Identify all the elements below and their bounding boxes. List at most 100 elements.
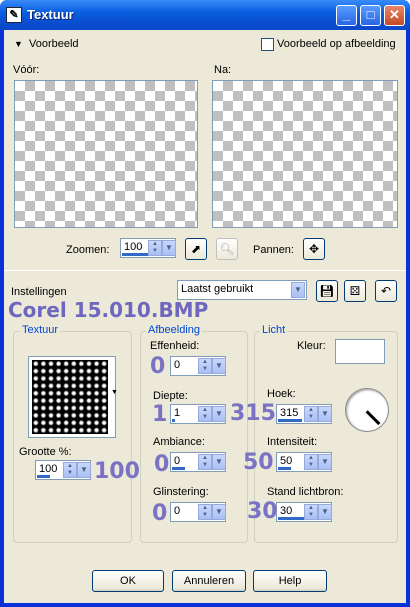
preview-toggle[interactable]: ▼ Voorbeeld xyxy=(14,38,79,50)
zoom-tool-button[interactable]: 🔍︎ xyxy=(216,238,238,260)
ambiance-level-bar xyxy=(172,467,185,470)
overlay-grootte: 100 xyxy=(94,459,140,484)
settings-label: Instellingen xyxy=(11,286,67,298)
preset-dropdown-icon[interactable]: ▼ xyxy=(291,282,305,298)
close-button[interactable]: ✕ xyxy=(384,5,405,26)
ambiance-label: Ambiance: xyxy=(153,436,205,448)
preset-select[interactable]: Laatst gebruikt ▼ xyxy=(177,280,307,300)
preview-toggle-label: Voorbeeld xyxy=(28,38,79,50)
after-preview[interactable] xyxy=(212,80,398,228)
angle-dial-needle xyxy=(365,410,381,426)
ambiance-value: 0 xyxy=(174,455,181,467)
effenheid-value: 0 xyxy=(174,359,181,371)
stand-value: 30 xyxy=(280,505,293,517)
zoom-label: Zoomen: xyxy=(66,244,110,256)
window-title: Textuur xyxy=(27,7,74,22)
size-dropdown-icon[interactable]: ▼ xyxy=(77,462,91,478)
stand-spinner[interactable]: ▲ ▼ xyxy=(304,504,318,520)
cancel-button[interactable]: Annuleren xyxy=(172,570,246,592)
zoom-dropdown-icon[interactable]: ▼ xyxy=(162,240,176,256)
diepte-value: 1 xyxy=(174,407,181,419)
diepte-spinner[interactable]: ▲ ▼ xyxy=(198,406,212,422)
glinstering-label: Glinstering: xyxy=(153,486,209,498)
angle-dial[interactable] xyxy=(345,388,389,432)
ok-button[interactable]: OK xyxy=(92,570,164,592)
preset-value: Laatst gebruikt xyxy=(181,283,254,295)
stand-input[interactable]: 30 ▲ ▼ ▼ xyxy=(276,502,332,522)
size-value: 100 xyxy=(39,463,58,475)
glinstering-spinner[interactable]: ▲ ▼ xyxy=(198,504,212,520)
effenheid-dropdown-icon[interactable]: ▼ xyxy=(212,358,226,374)
stand-level-bar xyxy=(278,517,306,520)
diepte-dropdown-icon[interactable]: ▼ xyxy=(212,406,226,422)
pan-button[interactable]: ✥ xyxy=(303,238,325,260)
size-level-bar xyxy=(37,475,50,478)
hoek-dropdown-icon[interactable]: ▼ xyxy=(318,406,332,422)
title-bar: ✎ Textuur _ □ ✕ xyxy=(0,0,410,30)
zoom-input[interactable]: 100 ▲ ▼ ▼ xyxy=(120,238,176,258)
zoom-fit-button[interactable]: ⬈ xyxy=(185,238,207,260)
overlay-ambiance: 0 xyxy=(154,452,170,477)
effenheid-input[interactable]: 0 ▲ ▼ ▼ xyxy=(170,356,226,376)
pan-label: Pannen: xyxy=(253,244,294,256)
intensiteit-level-bar xyxy=(278,467,291,470)
overlay-glinstering: 0 xyxy=(152,501,168,526)
hoek-input[interactable]: 315 ▲ ▼ ▼ xyxy=(276,404,332,424)
expand-icon: ⬈ xyxy=(190,242,202,256)
minimize-button[interactable]: _ xyxy=(336,5,357,26)
overlay-intensiteit: 50 xyxy=(243,450,274,475)
size-spinner[interactable]: ▲ ▼ xyxy=(63,462,77,478)
before-label: Vóór: xyxy=(13,64,40,76)
ambiance-input[interactable]: 0 ▲ ▼ ▼ xyxy=(170,452,226,472)
diepte-level-bar xyxy=(172,419,175,422)
texture-preview xyxy=(32,360,108,434)
overlay-diepte: 1 xyxy=(152,402,168,427)
glinstering-dropdown-icon[interactable]: ▼ xyxy=(212,504,226,520)
effenheid-spinner[interactable]: ▲ ▼ xyxy=(198,358,212,374)
app-icon: ✎ xyxy=(6,7,22,23)
move-icon: ✥ xyxy=(308,242,320,256)
light-group-label: Licht xyxy=(260,324,288,336)
ambiance-spinner[interactable]: ▲ ▼ xyxy=(198,454,212,470)
effenheid-label: Effenheid: xyxy=(150,340,200,352)
maximize-button[interactable]: □ xyxy=(360,5,381,26)
color-label: Kleur: xyxy=(297,340,326,352)
hoek-value: 315 xyxy=(280,407,299,419)
floppy-disk-icon: 💾︎ xyxy=(319,284,335,298)
intensiteit-label: Intensiteit: xyxy=(267,436,318,448)
intensiteit-spinner[interactable]: ▲ ▼ xyxy=(304,454,318,470)
divider xyxy=(4,270,406,271)
intensiteit-input[interactable]: 50 ▲ ▼ ▼ xyxy=(276,452,332,472)
stand-label: Stand lichtbron: xyxy=(267,486,344,498)
hoek-spinner[interactable]: ▲ ▼ xyxy=(304,406,318,422)
stand-dropdown-icon[interactable]: ▼ xyxy=(318,504,332,520)
size-input[interactable]: 100 ▲ ▼ ▼ xyxy=(35,460,91,480)
overlay-stand: 30 xyxy=(247,499,278,524)
intensiteit-dropdown-icon[interactable]: ▼ xyxy=(318,454,332,470)
collapse-triangle-icon: ▼ xyxy=(14,39,23,49)
after-label: Na: xyxy=(214,64,232,76)
appearance-group-label: Afbeelding xyxy=(146,324,202,336)
hoek-label: Hoek: xyxy=(267,388,296,400)
texture-dropdown-icon[interactable]: ▼ xyxy=(111,389,118,396)
texture-group-label: Textuur xyxy=(20,324,61,336)
light-color-swatch[interactable] xyxy=(335,339,385,364)
preview-on-image-label: Voorbeeld op afbeelding xyxy=(277,38,396,50)
zoom-value: 100 xyxy=(124,241,143,253)
dialog-body: ▼ Voorbeeld Voorbeeld op afbeelding Vóór… xyxy=(4,30,406,603)
diepte-input[interactable]: 1 ▲ ▼ ▼ xyxy=(170,404,226,424)
ambiance-dropdown-icon[interactable]: ▼ xyxy=(212,454,226,470)
size-label: Grootte %: xyxy=(19,446,72,458)
overlay-effenheid: 0 xyxy=(150,354,166,379)
glinstering-input[interactable]: 0 ▲ ▼ ▼ xyxy=(170,502,226,522)
diepte-label: Diepte: xyxy=(153,390,188,402)
randomize-button[interactable]: ⚄ xyxy=(344,280,366,302)
help-button[interactable]: Help xyxy=(253,570,327,592)
hoek-level-bar xyxy=(278,419,302,422)
save-preset-button[interactable]: 💾︎ xyxy=(316,280,338,302)
preview-on-image-checkbox[interactable] xyxy=(261,38,274,51)
reset-button[interactable]: ↶ xyxy=(375,280,397,302)
before-preview[interactable] xyxy=(14,80,198,228)
texture-swatch[interactable]: ▼ xyxy=(28,356,118,438)
zoom-spinner[interactable]: ▲ ▼ xyxy=(148,240,162,256)
